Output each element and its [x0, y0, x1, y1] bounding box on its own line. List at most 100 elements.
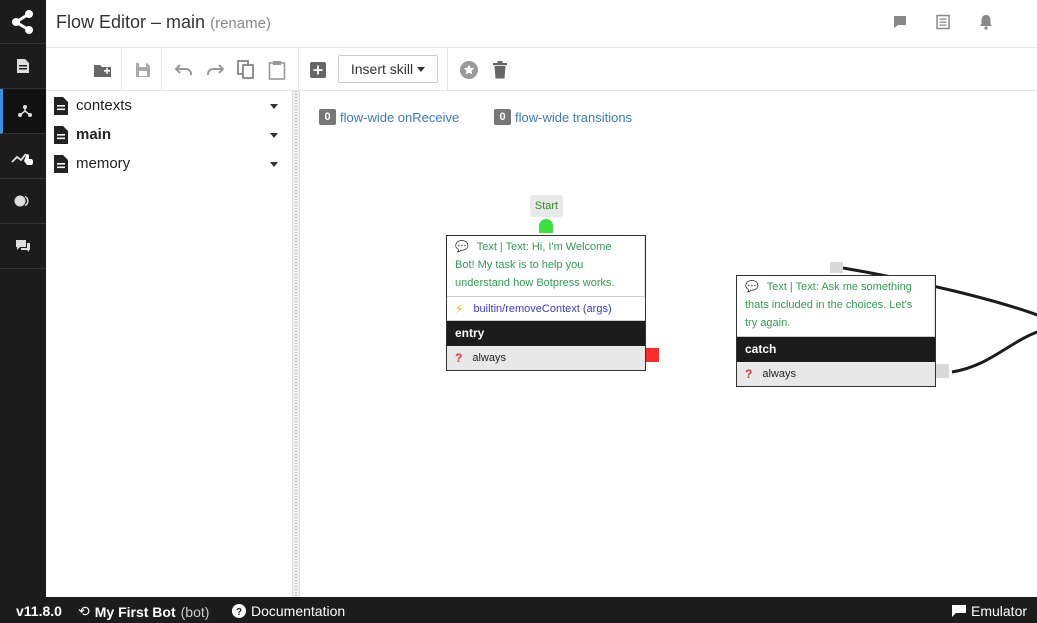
- node-entry[interactable]: 💬 Text | Text: Hi, I'm Welcome Bot! My ta…: [446, 235, 646, 371]
- flow-item-label: memory: [76, 155, 131, 172]
- node-name: catch: [737, 337, 935, 362]
- page-title-text: Flow Editor – main: [56, 12, 206, 32]
- emulator-label: Emulator: [971, 603, 1028, 619]
- svg-text:?: ?: [236, 607, 242, 618]
- page-header: Flow Editor – main (rename): [46, 0, 1037, 48]
- question-mark-icon: ?: [455, 351, 463, 365]
- rename-link[interactable]: (rename): [210, 15, 271, 32]
- save-icon: [136, 63, 150, 77]
- input-port[interactable]: [830, 262, 843, 273]
- chat-icon: [952, 605, 966, 617]
- flow-toolbar: Insert skill: [46, 48, 1037, 91]
- nav-analytics[interactable]: [0, 134, 46, 179]
- flow-item-contexts[interactable]: contexts: [46, 91, 292, 120]
- redo-icon: [207, 64, 225, 75]
- toolbar-separator: [447, 48, 448, 91]
- nav-chat[interactable]: [0, 224, 46, 269]
- refresh-icon: ⟲: [78, 603, 90, 619]
- splitter-grip: [295, 91, 297, 597]
- botpress-logo-icon: [12, 9, 33, 34]
- speech-bubble-icon: 💬: [455, 241, 469, 253]
- insert-skill-label: Insert skill: [350, 61, 414, 77]
- flow-item-memory[interactable]: memory: [46, 149, 292, 178]
- flow-canvas[interactable]: 0 flow-wide onReceive 0 flow-wide transi…: [300, 91, 1037, 597]
- flow-item-label: contexts: [76, 97, 132, 114]
- start-port[interactable]: [539, 219, 553, 233]
- add-node-button[interactable]: [306, 58, 330, 82]
- app: Flow Editor – main (rename) Insert skill…: [0, 0, 1037, 623]
- node-action[interactable]: ⚡ builtin/removeContext (args): [447, 297, 645, 321]
- status-bar: v11.8.0 ⟲ My First Bot (bot) ? Documenta…: [0, 597, 1037, 623]
- delete-button[interactable]: [488, 58, 512, 82]
- chat-bubbles-icon: [16, 240, 30, 252]
- transitions-label: flow-wide transitions: [515, 109, 633, 125]
- node-transition[interactable]: ? always: [447, 346, 645, 370]
- set-start-button[interactable]: [457, 58, 481, 82]
- list-icon[interactable]: [935, 14, 953, 32]
- bot-id: (bot): [180, 603, 210, 620]
- node-message-text: Text | Text: Ask me something thats incl…: [745, 281, 913, 329]
- new-flow-button[interactable]: [91, 58, 115, 82]
- caret-down-icon[interactable]: [270, 162, 278, 167]
- start-badge: Start: [530, 195, 563, 217]
- toggle-icon: [14, 195, 29, 207]
- question-mark-icon: ?: [745, 367, 753, 381]
- plus-square-icon: [310, 62, 326, 78]
- copy-icon: [237, 60, 254, 79]
- documentation-label: Documentation: [251, 603, 346, 619]
- paste-button[interactable]: [265, 58, 289, 82]
- emulator-button[interactable]: Emulator: [952, 603, 1027, 619]
- folder-add-icon: [94, 65, 111, 77]
- save-button[interactable]: [131, 58, 155, 82]
- toolbar-separator: [121, 48, 122, 91]
- redo-button[interactable]: [203, 58, 227, 82]
- nav-content[interactable]: [0, 44, 46, 89]
- node-action-text: builtin/removeContext (args): [473, 302, 612, 315]
- trash-icon: [493, 61, 507, 79]
- node-name: entry: [447, 321, 645, 346]
- flow-wide-transitions-link[interactable]: 0 flow-wide transitions: [494, 109, 632, 125]
- onreceive-count-badge: 0: [319, 109, 336, 125]
- toolbar-separator: [298, 48, 299, 91]
- flow-wide-onreceive-link[interactable]: 0 flow-wide onReceive: [319, 109, 459, 125]
- page-title: Flow Editor – main (rename): [56, 12, 271, 33]
- comment-icon[interactable]: [892, 14, 910, 32]
- bell-icon[interactable]: [978, 14, 996, 32]
- flow-item-main[interactable]: main: [46, 120, 292, 149]
- node-catch[interactable]: 💬 Text | Text: Ask me something thats inc…: [736, 275, 936, 387]
- undo-icon: [174, 64, 192, 75]
- panel-splitter[interactable]: [292, 91, 300, 597]
- undo-button[interactable]: [172, 58, 196, 82]
- flow-nodes-icon: [17, 105, 32, 117]
- bot-switcher[interactable]: ⟲ My First Bot (bot): [78, 603, 209, 620]
- lightning-icon: ⚡: [455, 301, 464, 316]
- nav-flows[interactable]: [0, 89, 46, 134]
- transitions-count-badge: 0: [494, 109, 511, 125]
- document-icon: [54, 96, 68, 115]
- insert-skill-button[interactable]: Insert skill: [338, 55, 438, 83]
- linked-output-port[interactable]: [936, 364, 949, 378]
- help-circle-icon: ?: [232, 604, 246, 618]
- unlinked-output-port[interactable]: [646, 348, 659, 362]
- nav-toggle-modules[interactable]: [0, 179, 46, 224]
- toolbar-separator: [161, 48, 162, 91]
- node-transition-text: always: [472, 352, 506, 364]
- caret-down-icon[interactable]: [270, 133, 278, 138]
- star-circle-icon: [460, 61, 478, 79]
- document-icon: [54, 125, 68, 144]
- link-line: [951, 330, 1037, 374]
- node-transition[interactable]: ? always: [737, 362, 935, 386]
- analytics-chart-icon: [11, 153, 33, 165]
- node-message[interactable]: 💬 Text | Text: Hi, I'm Welcome Bot! My ta…: [447, 236, 645, 297]
- main-nav-rail: [0, 0, 46, 597]
- botpress-logo[interactable]: [0, 0, 46, 44]
- paste-icon: [268, 61, 286, 80]
- flow-list: contexts main memory: [46, 91, 292, 597]
- node-message-text: Text | Text: Hi, I'm Welcome Bot! My tas…: [455, 241, 615, 289]
- caret-down-icon[interactable]: [270, 104, 278, 109]
- document-icon: [54, 154, 68, 173]
- documentation-link[interactable]: ? Documentation: [232, 603, 345, 619]
- copy-button[interactable]: [234, 58, 258, 82]
- node-transition-text: always: [762, 368, 796, 380]
- node-message[interactable]: 💬 Text | Text: Ask me something thats inc…: [737, 276, 935, 337]
